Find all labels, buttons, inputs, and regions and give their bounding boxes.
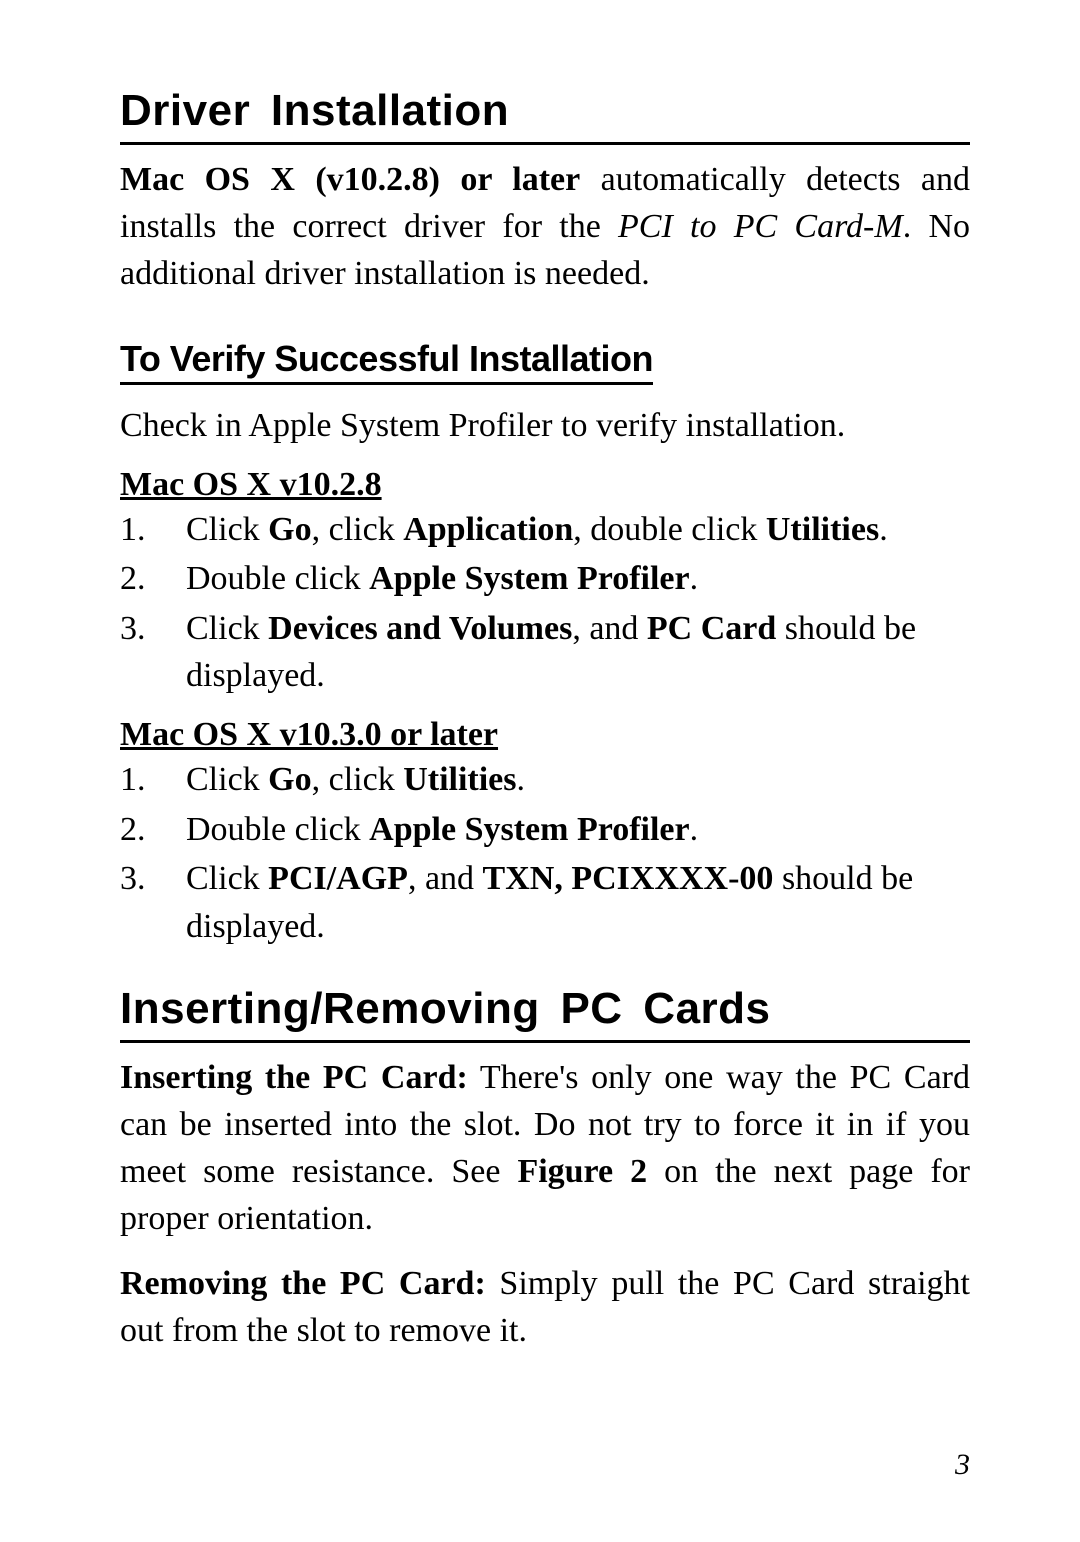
subsection-heading-verify: To Verify Successful Installation (120, 338, 653, 385)
text: Click (186, 860, 268, 897)
steps-list-a: Click Go, click Application, double clic… (120, 506, 970, 700)
list-item: Click PCI/AGP, and TXN, PCIXXXX-00 shoul… (186, 855, 970, 950)
list-item: Double click Apple System Profiler. (186, 806, 970, 854)
text: Click (186, 761, 268, 798)
text: Click (186, 610, 268, 647)
os-label-b: Mac OS X v10.3.0 or later (120, 716, 970, 754)
text: , click (312, 511, 404, 548)
text-bold: Removing the PC Card: (120, 1265, 486, 1302)
text: Click (186, 511, 268, 548)
document-page: Driver Installation Mac OS X (v10.2.8) o… (0, 0, 1080, 1542)
text-bold: Devices and Volumes (268, 610, 572, 647)
text: , and (572, 610, 647, 647)
list-item: Double click Apple System Profiler. (186, 555, 970, 603)
text-bold: PC Card (647, 610, 776, 647)
list-item: Click Go, click Utilities. (186, 756, 970, 804)
text: . (690, 560, 699, 597)
text: , and (408, 860, 483, 897)
verify-lead: Check in Apple System Profiler to verify… (120, 403, 970, 450)
text: Double click (186, 560, 369, 597)
insert-paragraph: Inserting the PC Card: There's only one … (120, 1055, 970, 1243)
text: Double click (186, 811, 369, 848)
text: , double click (573, 511, 766, 548)
text: . (879, 511, 888, 548)
intro-bold: Mac OS X (v10.2.8) or later (120, 161, 580, 198)
text-bold: TXN, PCIXXXX-00 (483, 860, 774, 897)
intro-paragraph: Mac OS X (v10.2.8) or later automaticall… (120, 157, 970, 298)
text-bold: Utilities (403, 761, 516, 798)
text-bold: PCI/AGP (268, 860, 408, 897)
text-bold: Apple System Profiler (369, 560, 689, 597)
section-heading-driver-installation: Driver Installation (120, 86, 970, 145)
page-number: 3 (955, 1448, 970, 1482)
intro-italic: PCI to PC Card-M (618, 208, 903, 245)
text-bold: Utilities (766, 511, 879, 548)
os-label-a: Mac OS X v10.2.8 (120, 466, 970, 504)
text-bold: Figure 2 (517, 1153, 647, 1190)
text-bold: Apple System Profiler (369, 811, 689, 848)
text-bold: Application (403, 511, 573, 548)
steps-list-b: Click Go, click Utilities. Double click … (120, 756, 970, 950)
text: . (517, 761, 526, 798)
remove-paragraph: Removing the PC Card: Simply pull the PC… (120, 1261, 970, 1355)
text-bold: Inserting the PC Card: (120, 1059, 468, 1096)
text-bold: Go (268, 761, 311, 798)
list-item: Click Go, click Application, double clic… (186, 506, 970, 554)
text: . (690, 811, 699, 848)
list-item: Click Devices and Volumes, and PC Card s… (186, 605, 970, 700)
text-bold: Go (268, 511, 311, 548)
section-heading-inserting-removing: Inserting/Removing PC Cards (120, 984, 970, 1043)
text: , click (312, 761, 404, 798)
